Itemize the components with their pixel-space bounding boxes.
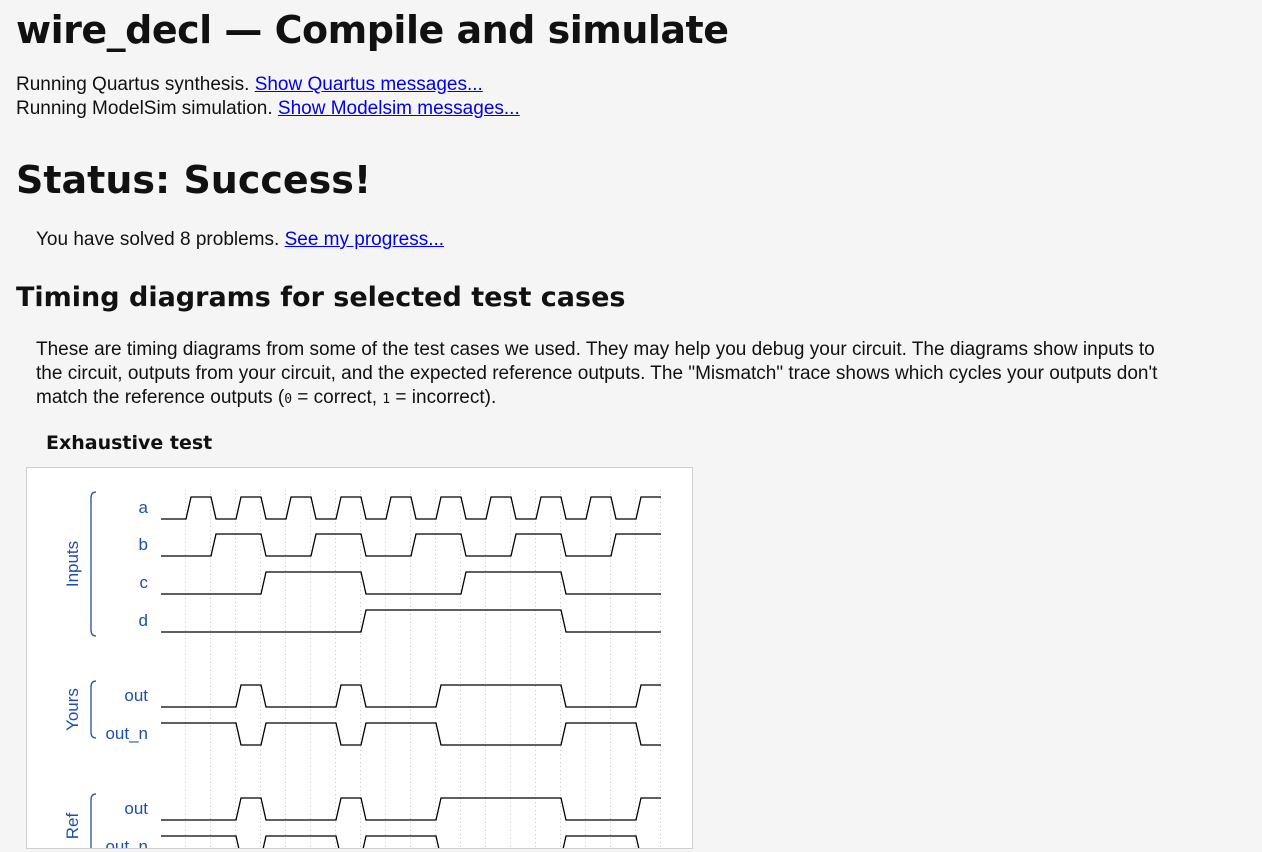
show-quartus-messages-link[interactable]: Show Quartus messages...	[255, 74, 483, 95]
one-code: 1	[382, 392, 391, 407]
page-title: wire_decl — Compile and simulate	[16, 8, 729, 52]
signal-label-out: out	[124, 799, 148, 818]
desc-part: = incorrect).	[390, 387, 497, 408]
trace-b	[161, 533, 661, 557]
quartus-status-text: Running Quartus synthesis.	[16, 74, 250, 95]
modelsim-status-line: Running ModelSim simulation. Show Models…	[16, 98, 520, 120]
group-bracket	[90, 793, 97, 852]
trace-a	[161, 496, 661, 520]
signal-label-c: c	[140, 573, 149, 592]
trace-yours_out	[161, 684, 661, 708]
group-label-ref: Ref	[63, 813, 82, 840]
quartus-status-line: Running Quartus synthesis. Show Quartus …	[16, 74, 483, 96]
signal-label-b: b	[139, 535, 148, 554]
group-label-inputs: Inputs	[63, 541, 82, 587]
zero-code: 0	[284, 392, 293, 407]
signal-label-out: out	[124, 686, 148, 705]
timing-diagram: abcdoutout_noutout_nInputsYoursRef	[63, 490, 661, 852]
see-my-progress-link[interactable]: See my progress...	[285, 229, 444, 250]
timing-diagram-panel: a b c d out out_n out out_n Inputs Yours Ref	[26, 467, 693, 852]
timing-description-line-2: the circuit, outputs from your circuit, …	[36, 363, 1158, 384]
signal-label-out_n: out_n	[105, 837, 148, 848]
group-bracket	[90, 680, 97, 739]
trace-ref_out	[161, 797, 661, 821]
show-modelsim-messages-link[interactable]: Show Modelsim messages...	[278, 98, 520, 119]
signal-label-out_n: out_n	[105, 724, 148, 743]
trace-d	[161, 609, 661, 633]
test-title: Exhaustive test	[46, 432, 213, 454]
desc-part: match the reference outputs (	[36, 387, 285, 408]
group-label-yours: Yours	[63, 688, 82, 731]
group-bracket	[90, 491, 97, 637]
solved-count-line: You have solved 8 problems. See my progr…	[36, 229, 444, 251]
signal-label-d: d	[139, 611, 148, 630]
timing-description-line-1: These are timing diagrams from some of t…	[36, 339, 1155, 360]
timing-description-line-3: match the reference outputs (0 = correct…	[36, 386, 1262, 412]
desc-part: = correct,	[292, 387, 383, 408]
solved-count-text: You have solved 8 problems.	[36, 229, 280, 250]
status-heading: Status: Success!	[16, 158, 372, 202]
timing-diagrams-heading: Timing diagrams for selected test cases	[16, 282, 626, 313]
signal-label-a: a	[139, 498, 149, 517]
timing-description: These are timing diagrams from some of t…	[36, 338, 1262, 412]
modelsim-status-text: Running ModelSim simulation.	[16, 98, 273, 119]
